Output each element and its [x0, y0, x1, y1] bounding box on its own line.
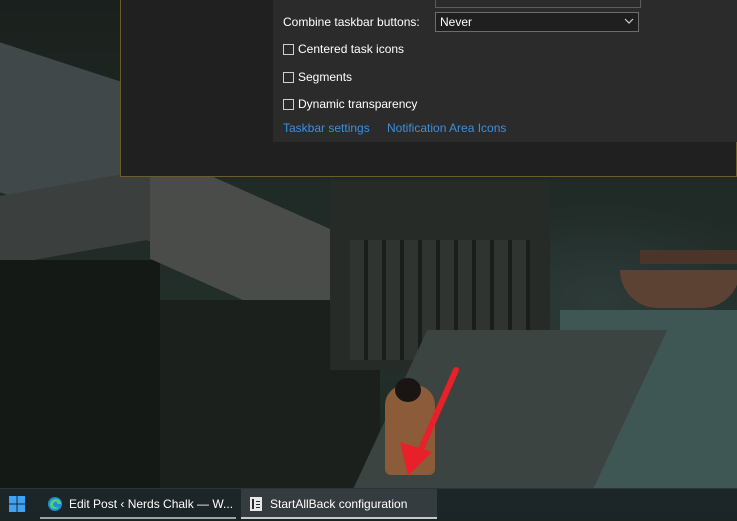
truncated-dropdown-field[interactable]	[435, 0, 641, 8]
taskbar: Edit Post ‹ Nerds Chalk — W... StartAllB…	[0, 488, 737, 519]
red-arrow-annotation-icon	[400, 367, 459, 476]
windows-logo-icon	[9, 496, 25, 512]
wallpaper-house	[0, 260, 160, 488]
startallback-config-window: Combine taskbar buttons: Never Centered …	[120, 0, 737, 177]
combine-taskbar-buttons-label: Combine taskbar buttons:	[283, 15, 420, 29]
taskbar-button-active-indicator	[241, 517, 437, 519]
segments-option[interactable]: Segments	[283, 69, 352, 85]
config-nav-pane	[121, 0, 273, 176]
centered-task-icons-label: Centered task icons	[298, 42, 405, 56]
dynamic-transparency-label: Dynamic transparency	[298, 97, 418, 111]
start-button[interactable]	[4, 492, 30, 516]
taskbar-settings-link[interactable]: Taskbar settings	[283, 121, 370, 135]
taskbar-button-startallback-label: StartAllBack configuration	[270, 497, 408, 511]
dynamic-transparency-option[interactable]: Dynamic transparency	[283, 96, 417, 112]
dynamic-transparency-checkbox[interactable]	[283, 98, 294, 110]
segments-checkbox[interactable]	[283, 71, 294, 83]
wallpaper-boat	[620, 270, 737, 308]
startallback-icon	[250, 497, 262, 511]
taskbar-button-startallback[interactable]: StartAllBack configuration	[241, 489, 437, 519]
centered-task-icons-checkbox[interactable]	[283, 43, 294, 55]
taskbar-button-edge-label: Edit Post ‹ Nerds Chalk — W...	[69, 497, 234, 511]
combine-dropdown-value: Never	[440, 15, 473, 29]
edge-icon	[48, 497, 62, 511]
taskbar-button-indicator	[40, 517, 236, 519]
centered-task-icons-option[interactable]: Centered task icons	[283, 41, 404, 57]
taskbar-button-edge[interactable]: Edit Post ‹ Nerds Chalk — W...	[40, 489, 236, 519]
combine-taskbar-buttons-dropdown[interactable]: Never	[435, 12, 639, 32]
notification-area-icons-link[interactable]: Notification Area Icons	[387, 121, 506, 135]
chevron-down-icon	[624, 18, 634, 24]
wallpaper-boat-roof	[640, 250, 737, 264]
segments-label: Segments	[298, 70, 353, 84]
